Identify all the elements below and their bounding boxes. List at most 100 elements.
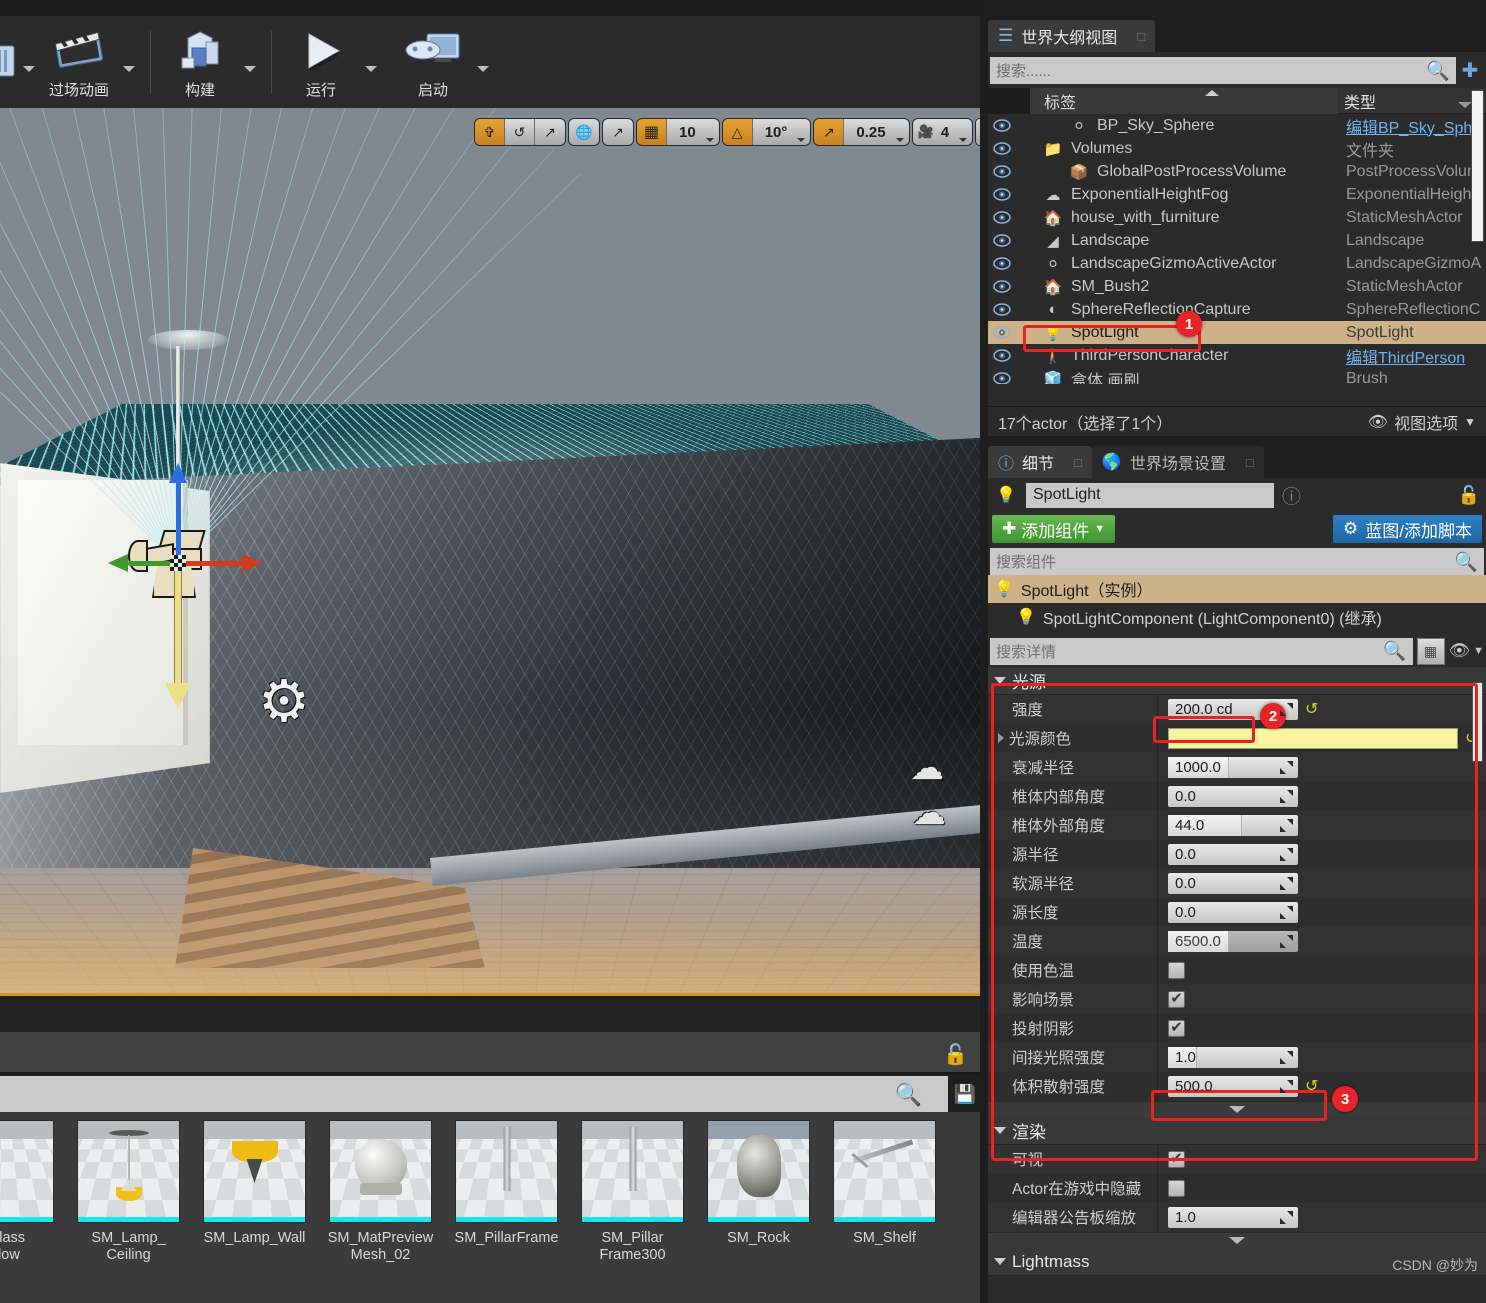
save-icon[interactable]: 💾 xyxy=(954,1084,976,1105)
content-browser-search-input[interactable]: 🔍 xyxy=(0,1076,948,1112)
view-options-button[interactable]: 👁 视图选项 ▼ xyxy=(1368,410,1476,434)
outliner-row[interactable]: 📁 Volumes 文件夹 xyxy=(988,137,1486,160)
number-input[interactable]: 0.0 xyxy=(1168,843,1298,865)
outliner-row[interactable]: ◐ SphereReflectionCapture SphereReflection… xyxy=(988,298,1486,321)
outliner-rows[interactable]: ⚪ BP_Sky_Sphere 编辑BP_Sky_Sph 📁 Volumes 文件夹 📦 Gl… xyxy=(988,114,1486,384)
spinner-icon[interactable] xyxy=(1280,876,1293,890)
eye-icon[interactable] xyxy=(988,119,1016,132)
volumetric-scattering-field[interactable]: 500.0 xyxy=(1168,1075,1298,1097)
component-search-input[interactable]: 搜索组件 🔍 xyxy=(990,548,1484,575)
close-icon[interactable]: □ xyxy=(1137,29,1145,44)
surface-snap-button[interactable]: ↗ xyxy=(603,119,633,145)
content-item[interactable]: SM_Shelf xyxy=(822,1120,947,1247)
outliner-row-type[interactable]: 编辑ThirdPerson xyxy=(1346,344,1486,368)
eye-icon[interactable] xyxy=(988,303,1016,316)
angle-snap-toggle[interactable]: △ xyxy=(722,119,753,145)
scale-mode-button[interactable]: ↗ xyxy=(535,119,565,145)
component-row-spotlight[interactable]: 💡 SpotLight（实例） xyxy=(988,575,1486,603)
content-item[interactable]: SM_Rock xyxy=(696,1120,821,1247)
revert-icon[interactable]: ↺ xyxy=(1305,1076,1318,1096)
lock-details-icon[interactable]: 🔓 xyxy=(1458,485,1480,506)
content-item[interactable]: SM_Pillar Frame300 xyxy=(570,1120,695,1264)
actor-name-input[interactable]: SpotLight xyxy=(1026,482,1274,508)
checkbox[interactable] xyxy=(1168,1179,1185,1197)
label-column-header[interactable]: 标签 xyxy=(1030,87,1338,114)
spinner-icon[interactable] xyxy=(1280,905,1293,919)
cinematics-caret[interactable] xyxy=(118,18,140,106)
outliner-row[interactable]: 📦 GlobalPostProcessVolume PostProcessVolum xyxy=(988,160,1486,183)
number-input[interactable]: 0.0 xyxy=(1168,785,1298,807)
close-icon[interactable]: □ xyxy=(1246,455,1254,470)
number-input[interactable]: 1.0 xyxy=(1168,1046,1298,1068)
spinner-icon[interactable] xyxy=(1280,818,1293,832)
details-layout-button[interactable]: ▦ xyxy=(1416,637,1445,665)
checkbox[interactable]: ✔ xyxy=(1168,1150,1185,1168)
number-input[interactable]: 1000.0 xyxy=(1168,756,1298,778)
eye-icon[interactable] xyxy=(988,142,1016,155)
launch-caret[interactable] xyxy=(472,18,494,106)
content-item[interactable]: SM_PillarFrame xyxy=(444,1120,569,1247)
number-input[interactable]: 6500.0 xyxy=(1168,930,1298,952)
toolbar-item-partial[interactable] xyxy=(0,18,18,106)
outliner-row[interactable]: ☁ ExponentialHeightFog ExponentialHeightl xyxy=(988,183,1486,206)
add-component-button[interactable]: ✚ 添加组件 ▼ xyxy=(992,515,1116,543)
details-scrollbar[interactable] xyxy=(1472,682,1483,762)
spinner-icon[interactable] xyxy=(1280,789,1293,803)
eye-icon[interactable] xyxy=(988,257,1016,270)
content-item[interactable]: SM_Lamp_Wall xyxy=(192,1120,317,1247)
outliner-row[interactable]: 🏠 house_with_furniture StaticMeshActor xyxy=(988,206,1486,229)
outliner-spotlight-row[interactable]: 💡 SpotLight SpotLight xyxy=(988,321,1486,344)
tab-world-settings[interactable]: 🌎 世界场景设置 □ xyxy=(1091,446,1264,478)
camera-speed-dropdown[interactable]: 🎥 4 xyxy=(912,119,973,145)
content-item[interactable]: _Glass ndow xyxy=(0,1120,65,1264)
light-color-swatch[interactable] xyxy=(1168,727,1458,749)
property-section-header[interactable]: 光源 xyxy=(988,667,1486,695)
outliner-row[interactable]: 🏠 SM_Bush2 StaticMeshActor xyxy=(988,275,1486,298)
checkbox[interactable] xyxy=(1168,961,1185,979)
add-actor-button[interactable]: ✚ xyxy=(1456,57,1484,84)
outliner-row[interactable]: ⚪ BP_Sky_Sphere 编辑BP_Sky_Sph xyxy=(988,114,1486,137)
close-icon[interactable]: □ xyxy=(1074,455,1082,470)
outliner-row[interactable]: 🚶 ThirdPersonCharacter 编辑ThirdPerson xyxy=(988,344,1486,367)
spinner-icon[interactable] xyxy=(1280,1050,1293,1064)
eye-icon[interactable] xyxy=(988,234,1016,247)
component-row-spotlightcomponent[interactable]: 💡 SpotLightComponent (LightComponent0) (… xyxy=(988,603,1486,631)
scale-snap-toggle[interactable]: ↗ xyxy=(814,119,845,145)
play-caret[interactable] xyxy=(360,18,382,106)
translate-mode-button[interactable]: ✞ xyxy=(475,119,505,145)
spinner-icon[interactable] xyxy=(1280,760,1293,774)
scale-size-dropdown[interactable]: 0.25 xyxy=(844,119,909,145)
number-input[interactable]: 44.0 xyxy=(1168,814,1298,836)
eye-icon[interactable] xyxy=(988,349,1016,362)
type-column-header[interactable]: 类型 xyxy=(1338,88,1486,114)
section-expander[interactable] xyxy=(988,1101,1486,1117)
blueprint-script-button[interactable]: ⚙ 蓝图/添加脚本 xyxy=(1333,515,1482,543)
grid-snap-toggle[interactable]: ▦ xyxy=(637,119,667,145)
outliner-row[interactable]: 🧊 盒体 画刷 Brush xyxy=(988,367,1486,384)
maximize-viewport-button[interactable]: ❏ xyxy=(976,119,980,145)
eye-icon[interactable] xyxy=(988,211,1016,224)
outliner-search-input[interactable]: 搜索...... 🔍 xyxy=(990,57,1456,84)
angle-size-dropdown[interactable]: 10° xyxy=(752,119,811,145)
spinner-icon[interactable] xyxy=(1280,1210,1293,1224)
toolbar-partial-caret[interactable] xyxy=(18,18,40,106)
tab-world-outliner[interactable]: ☰ 世界大纲视图 □ xyxy=(988,20,1156,52)
grid-size-dropdown[interactable]: 10 xyxy=(667,119,719,145)
toolbar-item-launch[interactable]: 启动 xyxy=(394,18,472,106)
number-input[interactable]: 0.0 xyxy=(1168,872,1298,894)
spinner-icon[interactable] xyxy=(1280,1079,1293,1093)
eye-icon[interactable] xyxy=(988,165,1016,178)
rotate-mode-button[interactable]: ↺ xyxy=(505,119,535,145)
content-item[interactable]: SM_Lamp_ Ceiling xyxy=(66,1120,191,1264)
revert-icon[interactable]: ↺ xyxy=(1305,699,1318,719)
lock-icon[interactable]: 🔓 xyxy=(943,1042,968,1067)
spinner-icon[interactable] xyxy=(1280,934,1293,948)
eye-icon[interactable] xyxy=(988,188,1016,201)
spinner-icon[interactable] xyxy=(1280,702,1293,716)
number-input[interactable]: 1.0 xyxy=(1168,1206,1298,1228)
toolbar-item-play[interactable]: 运行 xyxy=(282,18,360,106)
chevron-right-icon[interactable] xyxy=(998,733,1004,743)
build-caret[interactable] xyxy=(239,18,261,106)
number-input[interactable]: 0.0 xyxy=(1168,901,1298,923)
eye-icon[interactable] xyxy=(988,326,1016,339)
